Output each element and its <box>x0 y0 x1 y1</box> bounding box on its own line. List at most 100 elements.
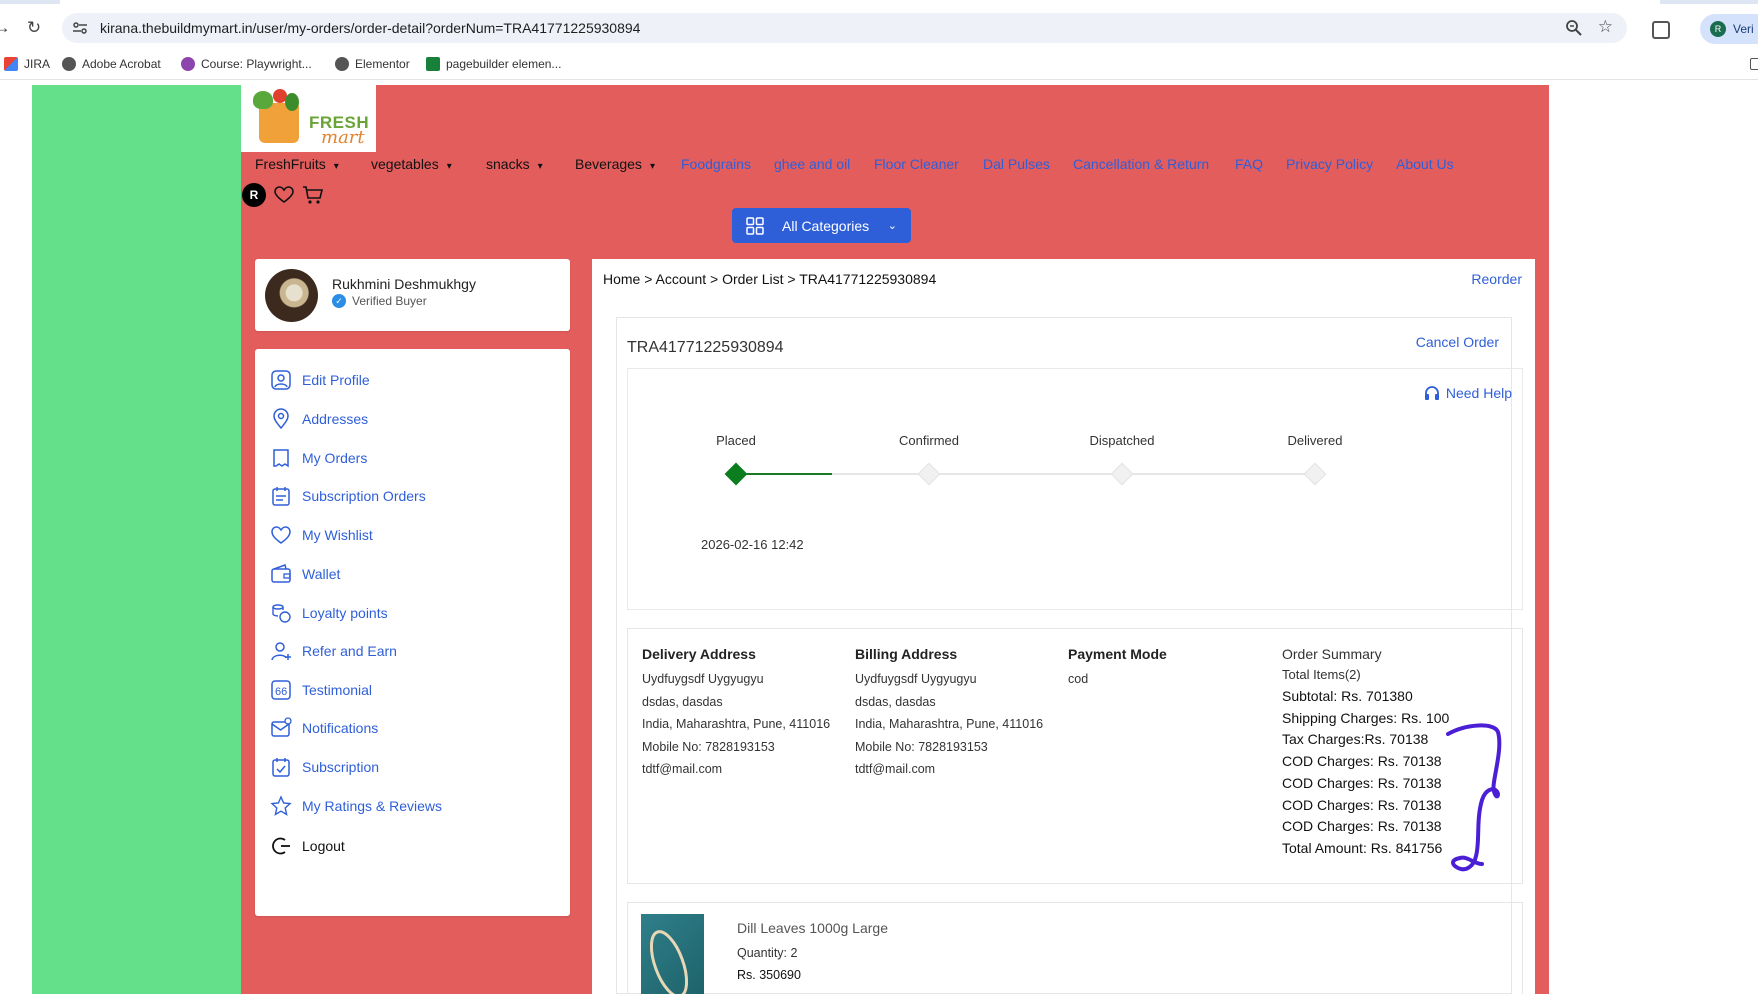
nav-ghee-and-oil[interactable]: ghee and oil <box>774 156 850 172</box>
bookmark-label: Adobe Acrobat <box>82 57 161 71</box>
breadcrumb[interactable]: Home > Account > Order List > TRA4177122… <box>603 271 936 287</box>
globe-icon <box>335 57 349 71</box>
cancel-order-link[interactable]: Cancel Order <box>1416 334 1499 350</box>
nav-foodgrains[interactable]: Foodgrains <box>681 156 751 172</box>
sidebar-item-label: Addresses <box>302 411 369 427</box>
product-image[interactable] <box>641 914 704 994</box>
verified-buyer-badge: ✓ Verified Buyer <box>332 294 427 308</box>
sidebar-item-notifications[interactable]: Notifications <box>270 716 378 740</box>
sidebar-item-edit-profile[interactable]: Edit Profile <box>270 368 370 392</box>
step-label-confirmed: Confirmed <box>899 433 959 448</box>
headset-icon <box>1424 386 1439 400</box>
url-text[interactable]: kirana.thebuildmymart.in/user/my-orders/… <box>100 20 640 36</box>
sidebar-item-addresses[interactable]: Addresses <box>270 407 368 431</box>
nav-cancellation-return[interactable]: Cancellation & Return <box>1073 156 1209 172</box>
progress-fill <box>736 473 832 475</box>
nav-faq[interactable]: FAQ <box>1235 156 1263 172</box>
need-help-link[interactable]: Need Help <box>1423 384 1512 402</box>
sidebar-item-label: Refer and Earn <box>302 643 397 659</box>
url-bar[interactable]: kirana.thebuildmymart.in/user/my-orders/… <box>62 13 1627 43</box>
sidebar-item-my-orders[interactable]: My Orders <box>270 446 367 470</box>
profile-chip[interactable]: R Veri <box>1700 14 1758 44</box>
sidebar-item-subscription-orders[interactable]: Subscription Orders <box>270 484 426 508</box>
quote-icon: 66 <box>271 680 291 700</box>
nav-beverages[interactable]: Beverages <box>575 156 655 172</box>
nav-about-us[interactable]: About Us <box>1396 156 1454 172</box>
billing-address: Billing Address Uydfuygsdf Uygyugyu dsda… <box>855 646 1043 781</box>
all-categories-button[interactable]: All Categories ⌄ <box>732 208 911 243</box>
bookmark-pagebuilder[interactable]: pagebuilder elemen... <box>426 57 561 71</box>
nav-floor-cleaner[interactable]: Floor Cleaner <box>874 156 959 172</box>
site-info-icon[interactable] <box>72 20 88 36</box>
extensions-icon[interactable] <box>1652 21 1670 39</box>
annotation-scribble <box>1446 723 1502 872</box>
bookmark-adobe-acrobat[interactable]: Adobe Acrobat <box>62 57 161 71</box>
verified-check-icon: ✓ <box>332 294 346 308</box>
nav-snacks[interactable]: snacks <box>486 156 543 172</box>
nav-vegetables[interactable]: vegetables <box>371 156 452 172</box>
sidebar-item-subscription[interactable]: Subscription <box>270 755 379 779</box>
user-avatar[interactable]: R <box>242 183 266 207</box>
order-card: TRA41771225930894 Cancel Order Need Help… <box>616 317 1523 994</box>
address-line: Uydfuygsdf Uygyugyu <box>855 672 977 686</box>
heart-icon <box>271 526 291 544</box>
cart-icon[interactable] <box>302 185 324 205</box>
bookmark-label: Course: Playwright... <box>201 57 312 71</box>
order-detail-panel: Home > Account > Order List > TRA4177122… <box>592 259 1535 994</box>
location-icon <box>273 408 289 430</box>
sidebar-item-my-wishlist[interactable]: My Wishlist <box>270 523 373 547</box>
coins-icon <box>272 604 291 623</box>
nav-dal-pulses[interactable]: Dal Pulses <box>983 156 1050 172</box>
summary-cod: COD Charges: Rs. 70138 <box>1282 796 1442 813</box>
bookmark-course[interactable]: Course: Playwright... <box>181 57 312 71</box>
other-bookmarks-icon[interactable] <box>1750 58 1758 70</box>
bookmark-jira[interactable]: JIRA <box>4 57 50 71</box>
billing-address-title: Billing Address <box>855 646 958 662</box>
bookmark-label: pagebuilder elemen... <box>446 57 562 71</box>
sidebar-item-refer-and-earn[interactable]: Refer and Earn <box>270 639 397 663</box>
delivery-address: Delivery Address Uydfuygsdf Uygyugyu dsd… <box>642 646 830 781</box>
order-tracker: Need Help Placed Confirmed Dispatched De… <box>627 368 1523 610</box>
sidebar-item-wallet[interactable]: Wallet <box>270 562 340 586</box>
user-icon <box>271 370 291 390</box>
order-summary-title: Order Summary <box>1282 646 1382 662</box>
sidebar-item-label: Wallet <box>302 566 341 582</box>
address-bar-area: → ↻ kirana.thebuildmymart.in/user/my-ord… <box>0 4 1758 50</box>
sidebar-item-testimonial[interactable]: 66 Testimonial <box>270 678 372 702</box>
product-name[interactable]: Dill Leaves 1000g Large <box>737 920 888 936</box>
step-marker-delivered <box>1303 462 1327 486</box>
address-line: Mobile No: 7828193153 <box>855 739 988 754</box>
profile-avatar: R <box>1710 21 1726 37</box>
step-label-dispatched: Dispatched <box>1089 433 1155 448</box>
payment-mode-title: Payment Mode <box>1068 646 1167 662</box>
bookmark-star-icon[interactable]: ☆ <box>1598 17 1613 37</box>
wishlist-heart-icon[interactable] <box>274 186 294 204</box>
summary-cod: COD Charges: Rs. 70138 <box>1282 753 1442 770</box>
gmail-icon <box>4 57 18 71</box>
sidebar-item-label: My Wishlist <box>302 527 373 543</box>
bookmark-label: Elementor <box>355 57 410 71</box>
bookmark-elementor[interactable]: Elementor <box>335 57 410 71</box>
address-line: tdtf@mail.com <box>855 762 936 776</box>
sidebar-item-label: Logout <box>302 838 345 854</box>
profile-card: Rukhmini Deshmukhgy ✓ Verified Buyer <box>255 259 570 331</box>
address-summary-box: Delivery Address Uydfuygsdf Uygyugyu dsd… <box>627 628 1523 884</box>
sidebar-item-logout[interactable]: Logout <box>270 834 345 858</box>
verified-label: Verified Buyer <box>352 294 427 308</box>
forward-icon[interactable]: → <box>0 18 12 38</box>
need-help-label: Need Help <box>1445 385 1512 401</box>
zoom-icon[interactable] <box>1565 19 1583 37</box>
sidebar-item-loyalty-points[interactable]: Loyalty points <box>270 601 388 625</box>
nav-freshfruits[interactable]: FreshFruits <box>255 156 339 172</box>
mail-icon <box>271 717 292 737</box>
reorder-link[interactable]: Reorder <box>1471 271 1522 287</box>
reload-icon[interactable]: ↻ <box>24 18 44 38</box>
product-quantity: Quantity: 2 <box>737 946 798 960</box>
sidebar-item-my-ratings-reviews[interactable]: My Ratings & Reviews <box>270 794 442 818</box>
fresh-mart-logo[interactable]: FRESH mart <box>241 85 376 152</box>
address-line: dsdas, dasdas <box>855 694 936 709</box>
sidebar-item-label: My Orders <box>302 450 368 466</box>
logout-icon <box>272 837 290 855</box>
nav-privacy-policy[interactable]: Privacy Policy <box>1286 156 1373 172</box>
course-icon <box>181 57 195 71</box>
